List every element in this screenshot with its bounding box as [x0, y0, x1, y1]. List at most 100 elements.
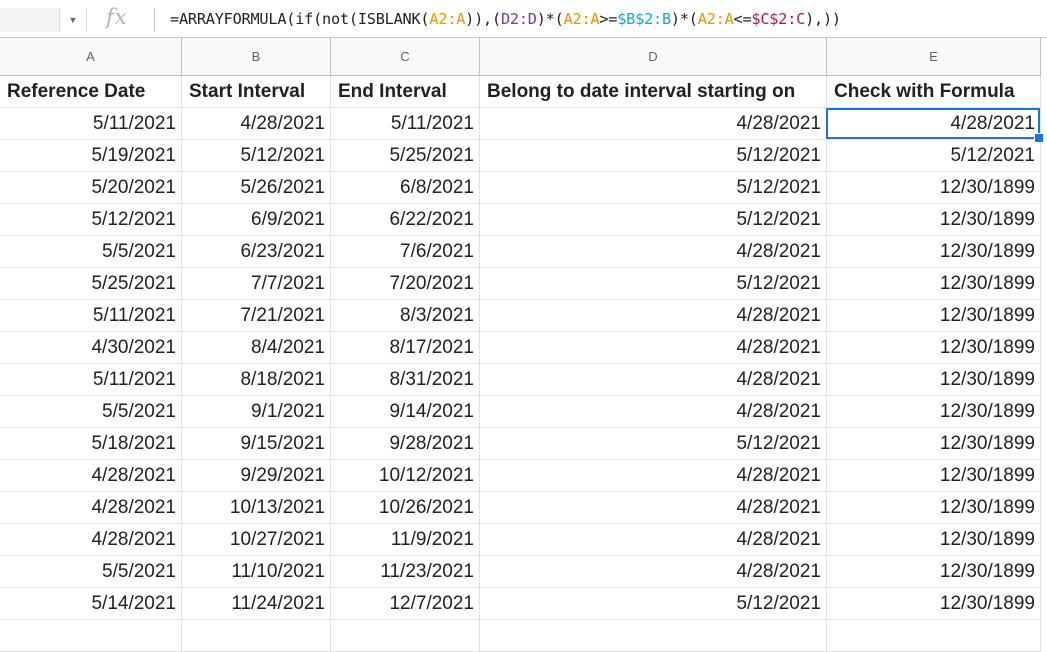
cell-d[interactable]: 5/12/2021 [480, 172, 827, 204]
cell-e[interactable]: 5/12/2021 [827, 140, 1041, 172]
cell-a[interactable]: 5/19/2021 [0, 140, 182, 172]
name-box[interactable]: ▼ [0, 8, 87, 32]
cell-b[interactable]: 7/7/2021 [182, 268, 331, 300]
cell-b[interactable]: 5/12/2021 [182, 140, 331, 172]
cell-c[interactable]: 12/7/2021 [331, 588, 480, 620]
cell-c[interactable]: 10/12/2021 [331, 460, 480, 492]
cell-e[interactable]: 4/28/2021 [827, 108, 1041, 140]
cell-d[interactable]: 4/28/2021 [480, 300, 827, 332]
header-cell[interactable]: Check with Formula [827, 76, 1041, 108]
cell-d[interactable]: 4/28/2021 [480, 396, 827, 428]
cell-d[interactable]: 4/28/2021 [480, 364, 827, 396]
empty-cell[interactable] [480, 620, 827, 652]
cell-b[interactable]: 9/15/2021 [182, 428, 331, 460]
sheet-rows: Reference Date Start Interval End Interval… [0, 76, 1041, 652]
column-header-c[interactable]: C [331, 38, 480, 76]
cell-d[interactable]: 5/12/2021 [480, 204, 827, 236]
cell-c[interactable]: 9/14/2021 [331, 396, 480, 428]
cell-c[interactable]: 9/28/2021 [331, 428, 480, 460]
cell-b[interactable]: 8/18/2021 [182, 364, 331, 396]
cell-d[interactable]: 4/28/2021 [480, 236, 827, 268]
cell-a[interactable]: 5/5/2021 [0, 236, 182, 268]
cell-d[interactable]: 5/12/2021 [480, 140, 827, 172]
cell-c[interactable]: 5/25/2021 [331, 140, 480, 172]
cell-d[interactable]: 4/28/2021 [480, 492, 827, 524]
cell-d[interactable]: 5/12/2021 [480, 268, 827, 300]
cell-c[interactable]: 8/3/2021 [331, 300, 480, 332]
cell-c[interactable]: 6/22/2021 [331, 204, 480, 236]
cell-c[interactable]: 11/23/2021 [331, 556, 480, 588]
cell-a[interactable]: 4/28/2021 [0, 492, 182, 524]
empty-cell[interactable] [331, 620, 480, 652]
cell-a[interactable]: 4/28/2021 [0, 524, 182, 556]
cell-b[interactable]: 6/23/2021 [182, 236, 331, 268]
cell-b[interactable]: 6/9/2021 [182, 204, 331, 236]
cell-c[interactable]: 7/6/2021 [331, 236, 480, 268]
cell-e[interactable]: 12/30/1899 [827, 524, 1041, 556]
cell-e[interactable]: 12/30/1899 [827, 428, 1041, 460]
cell-e[interactable]: 12/30/1899 [827, 172, 1041, 204]
cell-c[interactable]: 7/20/2021 [331, 268, 480, 300]
cell-b[interactable]: 7/21/2021 [182, 300, 331, 332]
chevron-down-icon[interactable]: ▼ [62, 8, 84, 32]
cell-b[interactable]: 9/1/2021 [182, 396, 331, 428]
cell-a[interactable]: 4/30/2021 [0, 332, 182, 364]
cell-a[interactable]: 5/14/2021 [0, 588, 182, 620]
cell-c[interactable]: 8/31/2021 [331, 364, 480, 396]
cell-a[interactable]: 5/11/2021 [0, 300, 182, 332]
cell-b[interactable]: 10/13/2021 [182, 492, 331, 524]
cell-b[interactable]: 11/24/2021 [182, 588, 331, 620]
cell-e[interactable]: 12/30/1899 [827, 204, 1041, 236]
cell-e[interactable]: 12/30/1899 [827, 460, 1041, 492]
cell-e[interactable]: 12/30/1899 [827, 492, 1041, 524]
empty-cell[interactable] [182, 620, 331, 652]
column-header-d[interactable]: D [480, 38, 827, 76]
column-header-b[interactable]: B [182, 38, 331, 76]
formula-input[interactable]: =ARRAYFORMULA(if(not(ISBLANK(A2:A)),(D2:… [170, 10, 841, 28]
cell-d[interactable]: 4/28/2021 [480, 332, 827, 364]
cell-b[interactable]: 5/26/2021 [182, 172, 331, 204]
cell-e[interactable]: 12/30/1899 [827, 332, 1041, 364]
empty-cell[interactable] [827, 620, 1041, 652]
cell-c[interactable]: 10/26/2021 [331, 492, 480, 524]
cell-b[interactable]: 10/27/2021 [182, 524, 331, 556]
cell-b[interactable]: 8/4/2021 [182, 332, 331, 364]
cell-d[interactable]: 4/28/2021 [480, 524, 827, 556]
cell-e[interactable]: 12/30/1899 [827, 364, 1041, 396]
cell-b[interactable]: 9/29/2021 [182, 460, 331, 492]
cell-e[interactable]: 12/30/1899 [827, 556, 1041, 588]
header-cell[interactable]: End Interval [331, 76, 480, 108]
cell-c[interactable]: 8/17/2021 [331, 332, 480, 364]
cell-a[interactable]: 5/5/2021 [0, 556, 182, 588]
cell-b[interactable]: 4/28/2021 [182, 108, 331, 140]
cell-a[interactable]: 5/20/2021 [0, 172, 182, 204]
cell-e[interactable]: 12/30/1899 [827, 396, 1041, 428]
cell-a[interactable]: 5/5/2021 [0, 396, 182, 428]
cell-d[interactable]: 4/28/2021 [480, 556, 827, 588]
cell-d[interactable]: 4/28/2021 [480, 108, 827, 140]
header-cell[interactable]: Belong to date interval starting on [480, 76, 827, 108]
header-cell[interactable]: Start Interval [182, 76, 331, 108]
cell-a[interactable]: 5/11/2021 [0, 364, 182, 396]
cell-d[interactable]: 5/12/2021 [480, 588, 827, 620]
cell-c[interactable]: 5/11/2021 [331, 108, 480, 140]
cell-e[interactable]: 12/30/1899 [827, 588, 1041, 620]
cell-e[interactable]: 12/30/1899 [827, 268, 1041, 300]
empty-cell[interactable] [0, 620, 182, 652]
header-cell[interactable]: Reference Date [0, 76, 182, 108]
cell-a[interactable]: 5/18/2021 [0, 428, 182, 460]
cell-c[interactable]: 6/8/2021 [331, 172, 480, 204]
cell-a[interactable]: 5/11/2021 [0, 108, 182, 140]
cell-e[interactable]: 12/30/1899 [827, 300, 1041, 332]
cell-a[interactable]: 4/28/2021 [0, 460, 182, 492]
cell-e[interactable]: 12/30/1899 [827, 236, 1041, 268]
cell-b[interactable]: 11/10/2021 [182, 556, 331, 588]
name-box-input[interactable] [0, 8, 60, 32]
column-header-a[interactable]: A [0, 38, 182, 76]
cell-c[interactable]: 11/9/2021 [331, 524, 480, 556]
column-header-e[interactable]: E [827, 38, 1041, 76]
cell-d[interactable]: 4/28/2021 [480, 460, 827, 492]
cell-d[interactable]: 5/12/2021 [480, 428, 827, 460]
cell-a[interactable]: 5/12/2021 [0, 204, 182, 236]
cell-a[interactable]: 5/25/2021 [0, 268, 182, 300]
